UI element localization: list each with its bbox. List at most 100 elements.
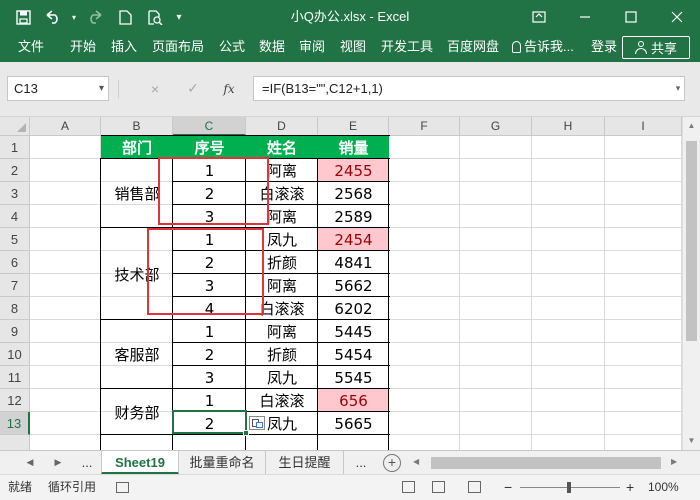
row-header-3[interactable]: 3: [0, 182, 30, 205]
tab-home[interactable]: 开始: [70, 34, 96, 62]
column-header-g[interactable]: G: [460, 117, 532, 136]
column-header-i[interactable]: I: [605, 117, 682, 136]
dept-cell[interactable]: 客服部: [101, 320, 173, 389]
sales-cell[interactable]: 2568: [318, 182, 389, 205]
sales-cell[interactable]: 5445: [318, 320, 389, 343]
row-header-1[interactable]: 1: [0, 136, 30, 159]
seq-cell[interactable]: 3: [173, 366, 246, 389]
scroll-right-icon[interactable]: ▶: [671, 457, 677, 466]
seq-cell[interactable]: 1: [173, 320, 246, 343]
header-cell-seq[interactable]: 序号: [173, 136, 246, 159]
tab-birthday-reminder[interactable]: 生日提醒: [266, 451, 344, 475]
row-header-4[interactable]: 4: [0, 205, 30, 228]
page-break-view-icon[interactable]: [468, 481, 481, 493]
row-header-6[interactable]: 6: [0, 251, 30, 274]
vertical-scrollbar[interactable]: ▲ ▼: [682, 117, 700, 450]
row-header-8[interactable]: 8: [0, 297, 30, 320]
fill-handle[interactable]: [243, 430, 249, 436]
scroll-up-icon[interactable]: ▲: [683, 117, 700, 134]
page-layout-view-icon[interactable]: [432, 481, 445, 493]
seq-cell[interactable]: 1: [173, 389, 246, 412]
enter-icon[interactable]: ✓: [181, 76, 205, 101]
seq-cell[interactable]: 2: [173, 343, 246, 366]
ribbon-display-options-icon[interactable]: [516, 0, 562, 34]
tab-sheet19[interactable]: Sheet19: [101, 451, 179, 475]
formula-input[interactable]: =IF(B13="",C12+1,1) ▾: [253, 76, 685, 101]
zoom-slider[interactable]: [520, 482, 620, 493]
sales-cell[interactable]: 2454: [318, 228, 389, 251]
scroll-tabs-right-icon[interactable]: ▶: [48, 451, 68, 474]
tab-page-layout[interactable]: 页面布局: [152, 34, 204, 62]
tab-data[interactable]: 数据: [259, 34, 285, 62]
chevron-down-icon[interactable]: ▾: [99, 77, 104, 100]
column-header-b[interactable]: B: [101, 117, 173, 136]
vertical-scroll-thumb[interactable]: [686, 141, 697, 341]
redo-icon[interactable]: [80, 0, 110, 34]
add-sheet-icon[interactable]: +: [383, 454, 401, 472]
name-cell[interactable]: 凤九: [246, 366, 318, 389]
more-tabs-left[interactable]: ...: [74, 451, 100, 475]
login-link[interactable]: 登录: [591, 34, 617, 62]
scroll-down-icon[interactable]: ▼: [683, 432, 700, 449]
zoom-level[interactable]: 100%: [648, 475, 679, 500]
horizontal-scrollbar[interactable]: ◀ ▶: [413, 456, 683, 470]
customize-quick-access-icon[interactable]: ▾: [170, 0, 188, 34]
header-cell-dept[interactable]: 部门: [101, 136, 173, 159]
row-header-10[interactable]: 10: [0, 343, 30, 366]
row-header-5[interactable]: 5: [0, 228, 30, 251]
row-header-11[interactable]: 11: [0, 366, 30, 389]
dept-cell[interactable]: 财务部: [101, 389, 173, 435]
maximize-icon[interactable]: [608, 0, 654, 34]
sales-cell[interactable]: 2455: [318, 159, 389, 182]
sales-cell[interactable]: 656: [318, 389, 389, 412]
selected-cell-c13[interactable]: [172, 410, 249, 436]
zoom-slider-knob[interactable]: [567, 482, 571, 493]
header-cell-sales[interactable]: 销量: [318, 136, 389, 159]
column-header-h[interactable]: H: [532, 117, 605, 136]
row-header-12[interactable]: 12: [0, 389, 30, 412]
sales-cell[interactable]: 2589: [318, 205, 389, 228]
paste-options-icon[interactable]: [249, 416, 265, 430]
sales-cell[interactable]: 6202: [318, 297, 389, 320]
sales-cell[interactable]: 5665: [318, 412, 389, 435]
tab-file[interactable]: 文件: [18, 34, 44, 62]
tab-review[interactable]: 审阅: [299, 34, 325, 62]
name-box[interactable]: C13 ▾: [7, 76, 109, 101]
sales-cell[interactable]: 5545: [318, 366, 389, 389]
sales-cell[interactable]: 4841: [318, 251, 389, 274]
column-header-f[interactable]: F: [389, 117, 460, 136]
expand-formula-bar-icon[interactable]: ▾: [672, 77, 684, 100]
row-header-13[interactable]: 13: [0, 412, 30, 435]
macro-record-icon[interactable]: [116, 482, 129, 493]
minimize-icon[interactable]: [562, 0, 608, 34]
column-header-e[interactable]: E: [318, 117, 389, 136]
name-cell[interactable]: 阿离: [246, 320, 318, 343]
row-header-7[interactable]: 7: [0, 274, 30, 297]
worksheet-grid[interactable]: ABCDEFGHI 1 2 3 4 5 6 7 8 9 10 11 12 13 部门 序号 姓名 销量 销售部 1…: [0, 117, 700, 450]
row-header-9[interactable]: 9: [0, 320, 30, 343]
zoom-in-icon[interactable]: +: [626, 475, 634, 500]
zoom-out-icon[interactable]: −: [504, 475, 512, 500]
tell-me-box[interactable]: 告诉我...: [512, 34, 574, 62]
column-header-a[interactable]: A: [30, 117, 101, 136]
undo-icon[interactable]: [38, 0, 68, 34]
cancel-icon[interactable]: ×: [143, 76, 167, 101]
tab-insert[interactable]: 插入: [111, 34, 137, 62]
select-all-button[interactable]: [0, 117, 30, 136]
sales-cell[interactable]: 5662: [318, 274, 389, 297]
tab-view[interactable]: 视图: [340, 34, 366, 62]
column-header-c[interactable]: C: [173, 117, 246, 136]
print-preview-icon[interactable]: [140, 0, 170, 34]
new-document-icon[interactable]: [110, 0, 140, 34]
name-cell[interactable]: 白滚滚: [246, 389, 318, 412]
scroll-tabs-left-icon[interactable]: ◀: [20, 451, 40, 474]
sales-cell[interactable]: 5454: [318, 343, 389, 366]
column-header-d[interactable]: D: [246, 117, 318, 136]
name-cell[interactable]: 折颜: [246, 343, 318, 366]
tab-batch-rename[interactable]: 批量重命名: [179, 451, 266, 475]
scroll-left-icon[interactable]: ◀: [413, 457, 419, 466]
tab-formulas[interactable]: 公式: [219, 34, 245, 62]
undo-dropdown-icon[interactable]: ▾: [68, 0, 80, 34]
insert-function-icon[interactable]: fx: [217, 76, 241, 101]
share-button[interactable]: 共享: [622, 36, 690, 59]
